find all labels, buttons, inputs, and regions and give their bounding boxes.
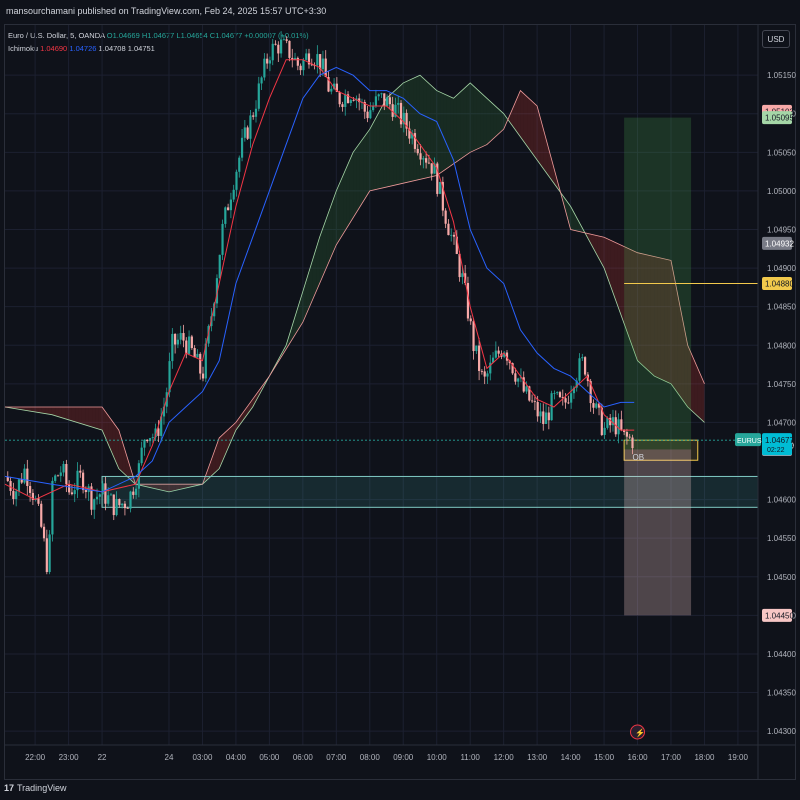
tradingview-footer: 17 TradingView bbox=[4, 779, 204, 797]
price-change: +0.00007 (+0.01%) bbox=[244, 31, 309, 40]
indicator-value: 1.04708 bbox=[96, 44, 126, 53]
chart-frame bbox=[4, 24, 796, 780]
ohlc-values: O1.04669 H1.04677 L1.04654 C1.04677 bbox=[106, 31, 243, 40]
symbol-legend: Euro / U.S. Dollar, 5, OANDA O1.04669 H1… bbox=[8, 31, 309, 40]
indicator-legend: Ichimoku 1.04690 1.04726 1.04708 1.04751 bbox=[8, 44, 155, 53]
indicator-value: 1.04751 bbox=[125, 44, 155, 53]
currency-button[interactable]: USD bbox=[762, 30, 790, 48]
indicator-value: 1.04690 bbox=[40, 44, 68, 53]
indicator-value: 1.04726 bbox=[67, 44, 97, 53]
tradingview-logo-icon: 17 bbox=[4, 783, 15, 793]
publish-info: mansourchamani published on TradingView.… bbox=[6, 6, 327, 16]
indicator-name[interactable]: Ichimoku bbox=[8, 44, 38, 53]
tradingview-brand: TradingView bbox=[17, 783, 67, 793]
symbol-title[interactable]: Euro / U.S. Dollar, 5, OANDA bbox=[8, 31, 105, 40]
top-bar: mansourchamani published on TradingView.… bbox=[0, 0, 800, 24]
indicator-values: 1.04690 1.04726 1.04708 1.04751 bbox=[40, 44, 155, 53]
